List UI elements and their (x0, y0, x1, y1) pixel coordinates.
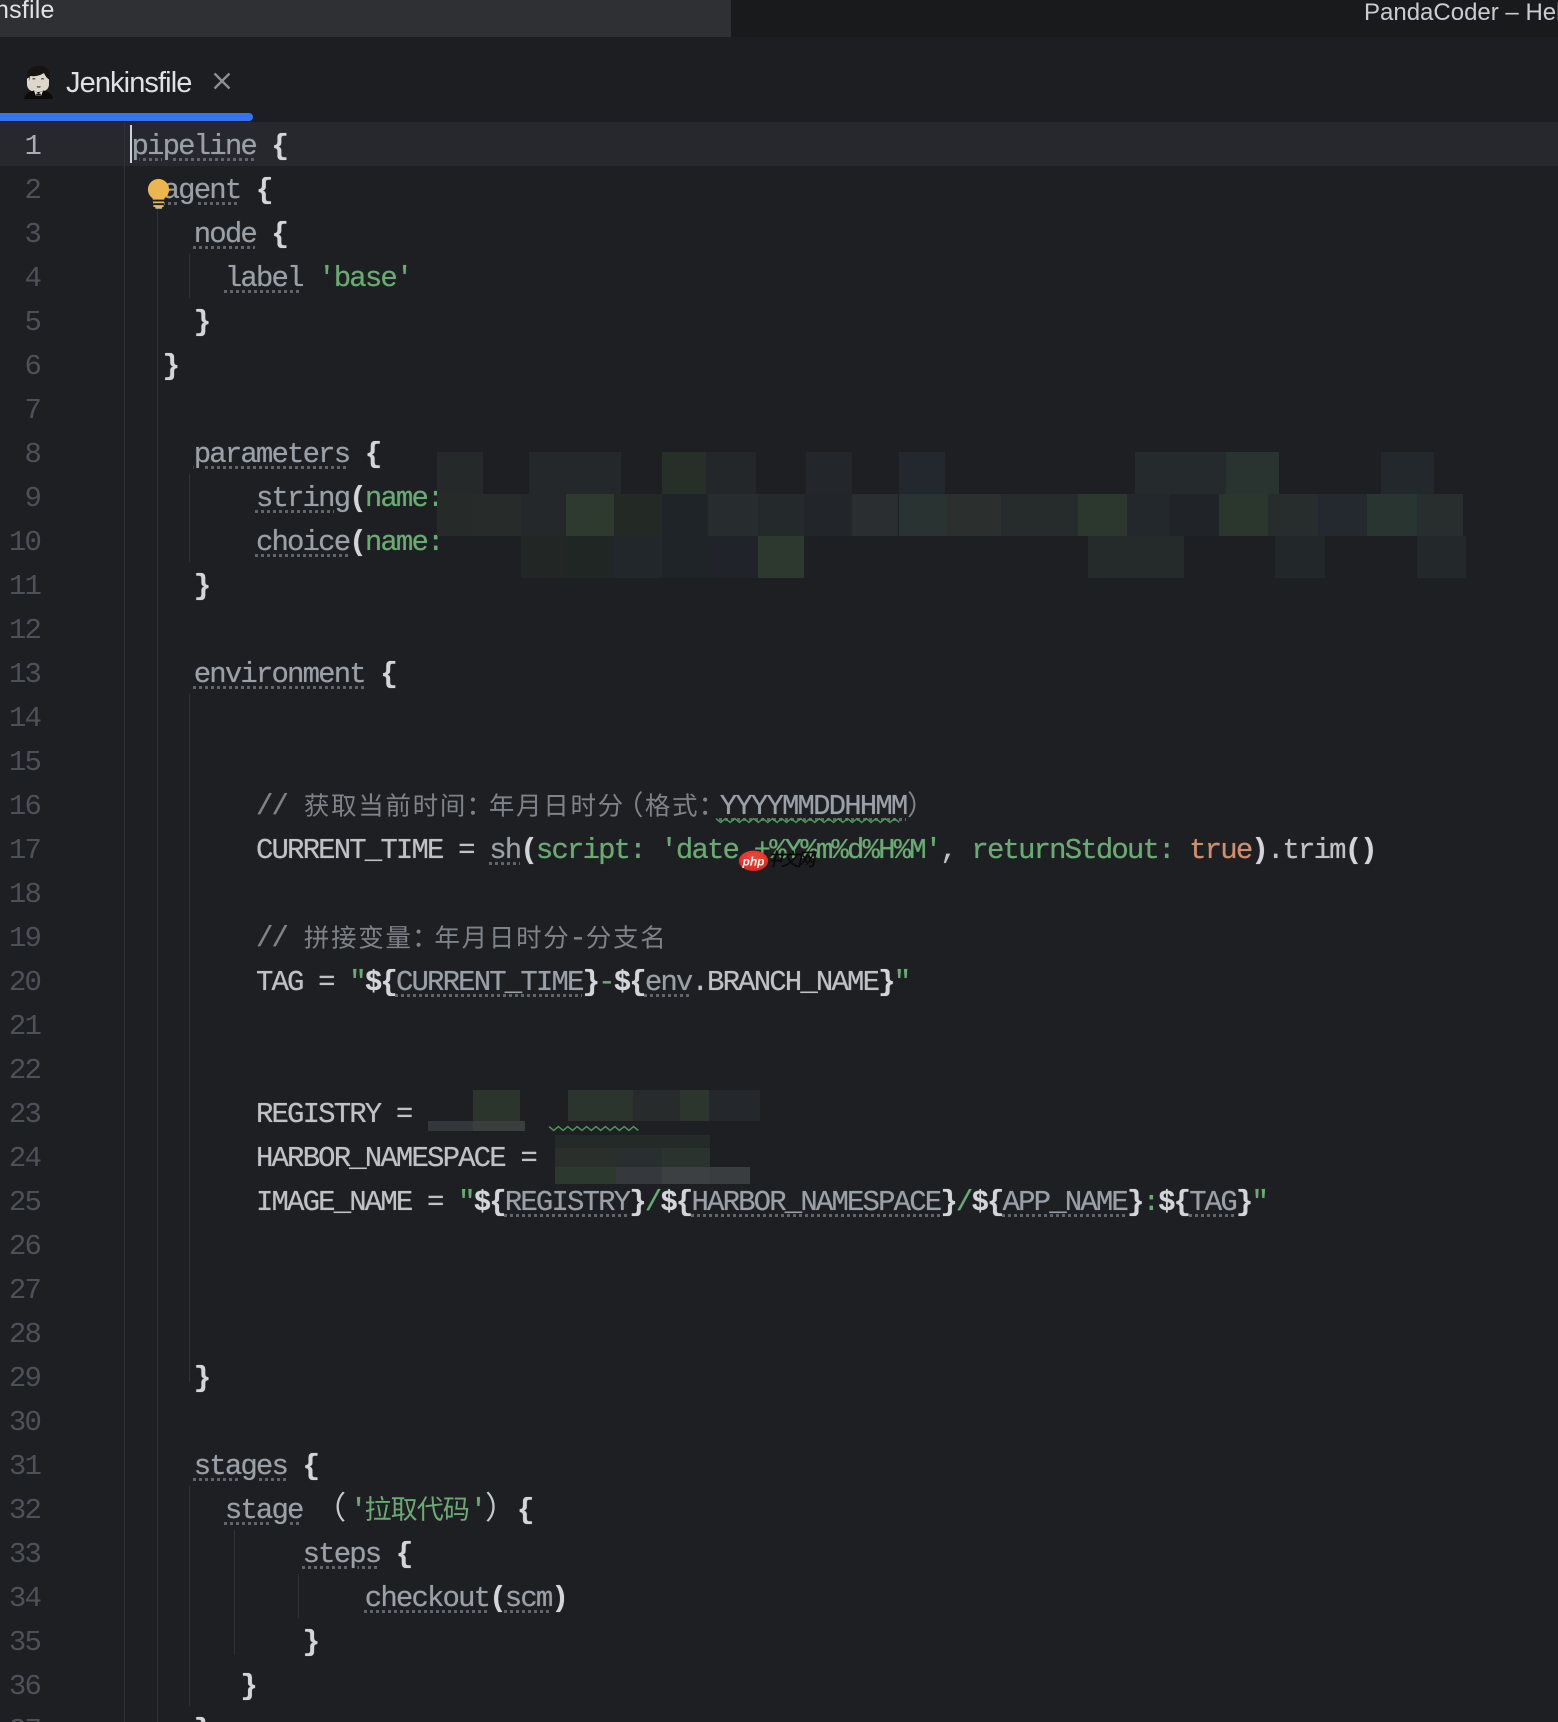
svg-text:php: php (742, 854, 765, 868)
